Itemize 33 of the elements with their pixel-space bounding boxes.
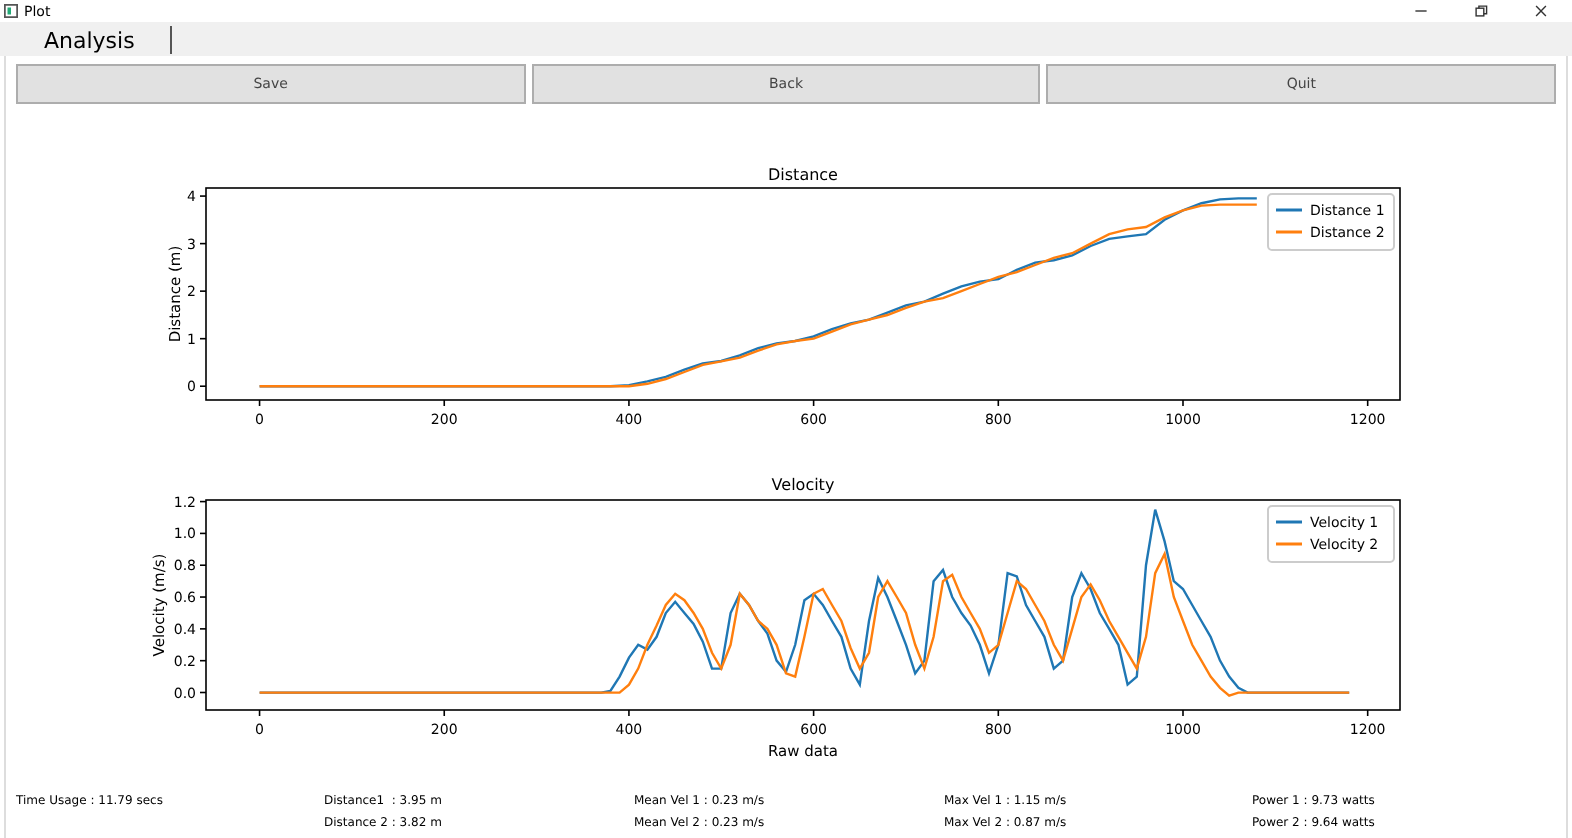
y-tick [199,500,207,503]
y-tick [199,532,207,535]
x-tick [812,709,815,717]
y-tick [199,691,207,694]
y-tick [199,564,207,567]
x-tick [1366,399,1369,407]
x-tick [1366,709,1369,717]
chart-title: Velocity [771,476,835,494]
x-tick [997,399,1000,407]
minimize-icon[interactable] [1414,4,1428,18]
y-tick [199,596,207,598]
x-tick [812,399,815,407]
y-tick [199,337,207,340]
close-icon[interactable] [1534,4,1548,18]
legend-box [1267,505,1395,563]
y-tick [199,195,207,197]
x-tick [443,709,446,717]
legend-box [1267,193,1395,251]
x-tick [628,399,630,407]
restore-icon[interactable] [1474,4,1488,18]
y-tick [199,290,207,292]
x-tick [258,399,261,407]
y-tick [199,242,207,245]
x-tick [1182,709,1184,717]
y-tick [199,659,207,662]
x-tick [628,709,630,717]
chart-title: Distance [768,166,838,184]
x-tick [443,399,446,407]
y-tick [199,628,207,630]
y-tick [199,385,207,388]
x-tick [997,709,1000,717]
x-tick [1182,399,1184,407]
x-tick [258,709,261,717]
